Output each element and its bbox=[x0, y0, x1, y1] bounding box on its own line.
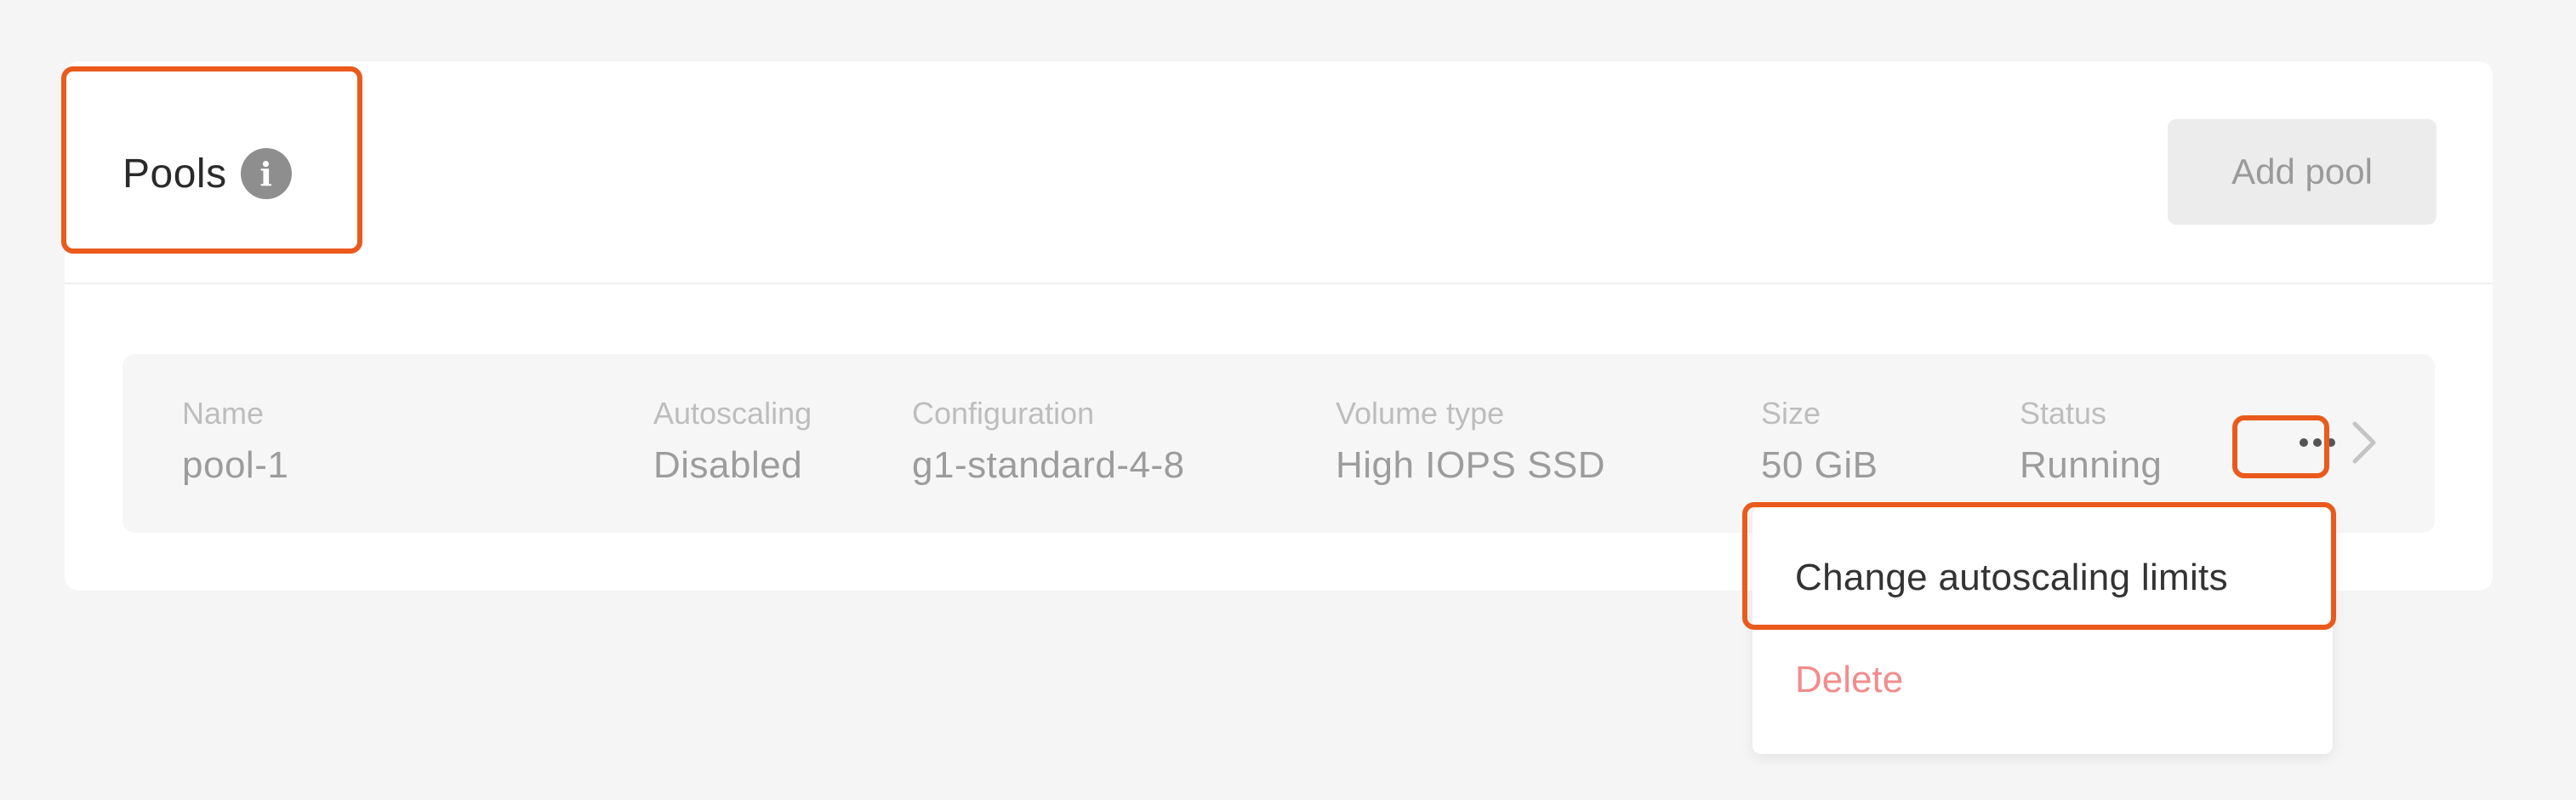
volume-type-cell: Volume type High IOPS SSD bbox=[1336, 393, 1605, 490]
size-cell: Size 50 GiB bbox=[1761, 393, 1878, 490]
add-pool-button[interactable]: Add pool bbox=[2168, 119, 2436, 225]
page-title: Pools bbox=[123, 151, 227, 197]
size-value: 50 GiB bbox=[1761, 444, 1878, 486]
name-cell: Name pool-1 bbox=[182, 393, 288, 490]
configuration-label: Configuration bbox=[912, 396, 1095, 431]
more-horizontal-icon[interactable] bbox=[2295, 434, 2339, 451]
status-value: Running bbox=[2020, 444, 2163, 486]
delete-item[interactable]: Delete bbox=[1795, 659, 1903, 701]
volume-type-label: Volume type bbox=[1336, 396, 1505, 431]
autoscaling-value: Disabled bbox=[653, 444, 803, 486]
more-dot bbox=[2300, 438, 2308, 447]
autoscaling-cell: Autoscaling Disabled bbox=[653, 393, 812, 490]
autoscaling-label: Autoscaling bbox=[653, 396, 812, 431]
chevron-right-icon[interactable] bbox=[2348, 419, 2382, 466]
pools-header: Pools i Add pool bbox=[65, 61, 2493, 284]
more-dot bbox=[2327, 438, 2335, 447]
volume-type-value: High IOPS SSD bbox=[1336, 444, 1606, 486]
status-label: Status bbox=[2020, 396, 2107, 431]
more-dot bbox=[2313, 438, 2322, 447]
name-value: pool-1 bbox=[182, 444, 289, 486]
pool-row[interactable]: Name pool-1 Autoscaling Disabled Configu… bbox=[123, 354, 2435, 533]
name-label: Name bbox=[182, 396, 265, 431]
configuration-cell: Configuration g1-standard-4-8 bbox=[912, 393, 1185, 490]
status-cell: Status Running bbox=[2020, 393, 2162, 490]
info-icon[interactable]: i bbox=[240, 148, 292, 199]
size-label: Size bbox=[1761, 396, 1821, 431]
change-autoscaling-limits-item[interactable]: Change autoscaling limits bbox=[1795, 557, 2228, 599]
pool-actions-menu: Change autoscaling limits Delete bbox=[1752, 507, 2333, 754]
configuration-value: g1-standard-4-8 bbox=[912, 444, 1185, 486]
title-group: Pools i bbox=[123, 140, 292, 208]
